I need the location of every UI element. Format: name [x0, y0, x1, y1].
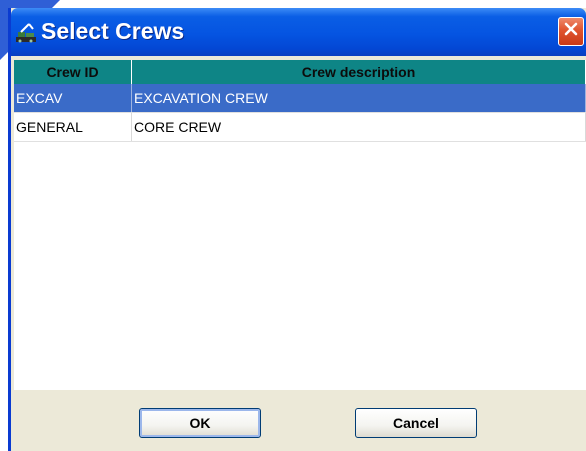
cancel-button[interactable]: Cancel	[355, 408, 477, 438]
close-button[interactable]	[558, 17, 584, 46]
crew-table: Crew ID Crew description EXCAV EXCAVATIO…	[14, 60, 586, 142]
crew-id-cell[interactable]: EXCAV	[14, 84, 132, 113]
column-header-crew-id[interactable]: Crew ID	[14, 60, 132, 84]
close-icon	[563, 21, 579, 42]
crew-list[interactable]: Crew ID Crew description EXCAV EXCAVATIO…	[14, 60, 586, 390]
table-row[interactable]: EXCAV EXCAVATION CREW	[14, 84, 586, 113]
title-bar[interactable]: Select Crews	[11, 8, 586, 56]
ok-button[interactable]: OK	[139, 408, 261, 438]
button-bar: OK Cancel	[14, 390, 586, 451]
table-header-row: Crew ID Crew description	[14, 60, 586, 84]
crew-description-cell[interactable]: CORE CREW	[131, 112, 586, 142]
select-crews-dialog: Select Crews Crew ID Crew description EX…	[8, 8, 586, 451]
crew-description-cell[interactable]: EXCAVATION CREW	[131, 84, 586, 113]
crew-id-cell[interactable]: GENERAL	[14, 112, 132, 142]
window-title: Select Crews	[41, 18, 185, 44]
table-row[interactable]: GENERAL CORE CREW	[14, 112, 586, 142]
column-header-crew-description[interactable]: Crew description	[131, 60, 586, 84]
construction-crew-icon	[15, 23, 37, 43]
